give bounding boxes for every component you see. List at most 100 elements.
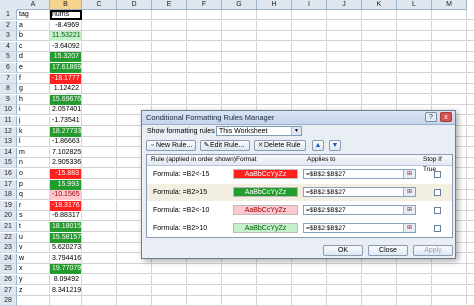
column-header-m[interactable]: M <box>432 0 467 10</box>
cell-tag[interactable]: tag <box>17 10 50 20</box>
cell-empty[interactable] <box>432 285 467 296</box>
cell-empty[interactable] <box>187 84 222 95</box>
cell-nums[interactable]: -1.73541 <box>50 116 82 126</box>
cell-nums[interactable]: -6.88317 <box>50 211 82 222</box>
cell-empty[interactable] <box>397 31 432 42</box>
cell-empty[interactable] <box>432 94 467 105</box>
cell-tag[interactable]: p <box>17 179 50 190</box>
cell-empty[interactable] <box>397 63 432 73</box>
cell-empty[interactable] <box>222 63 257 73</box>
cell-empty[interactable] <box>397 73 432 84</box>
cell-nums[interactable]: -1.86663 <box>50 137 82 148</box>
cell-empty[interactable] <box>187 73 222 84</box>
move-up-button[interactable]: ▲ <box>312 140 324 151</box>
cell-empty[interactable] <box>292 94 327 105</box>
rule-row[interactable]: Formula: =B2<-10 AaBbCcYyZz =$B$2:$B$27 ⊞ <box>147 202 452 219</box>
cell-empty[interactable] <box>257 31 292 42</box>
cell-tag[interactable]: h <box>17 94 50 105</box>
cell-nums[interactable]: 8.09492 <box>50 275 82 285</box>
cell-empty[interactable] <box>292 285 327 296</box>
edit-rule-button[interactable]: ✎Edit Rule... <box>200 140 250 151</box>
cell-empty[interactable] <box>222 264 257 275</box>
cell-empty[interactable] <box>432 84 467 95</box>
cell-empty[interactable] <box>117 84 152 95</box>
row-header[interactable]: 1 <box>0 10 17 20</box>
row-header[interactable]: 26 <box>0 275 17 285</box>
cell-empty[interactable] <box>292 264 327 275</box>
cell-empty[interactable] <box>327 84 362 95</box>
row-header[interactable]: 25 <box>0 264 17 275</box>
cell-empty[interactable] <box>257 84 292 95</box>
column-header-f[interactable]: F <box>187 0 222 10</box>
cell-nums[interactable]: -8.4969 <box>50 20 82 31</box>
cell-empty[interactable] <box>397 94 432 105</box>
cell-empty[interactable] <box>82 31 117 42</box>
cell-tag[interactable]: f <box>17 73 50 84</box>
stop-if-true-checkbox[interactable] <box>434 225 441 232</box>
cell-empty[interactable] <box>117 73 152 84</box>
cell-empty[interactable] <box>362 41 397 52</box>
cell-nums[interactable]: 8.341219 <box>50 285 82 296</box>
cell-empty[interactable] <box>82 264 117 275</box>
row-header[interactable]: 6 <box>0 63 17 73</box>
row-header[interactable]: 17 <box>0 179 17 190</box>
cell-tag[interactable]: z <box>17 285 50 296</box>
cell-empty[interactable] <box>82 253 117 264</box>
applies-to-field[interactable]: =$B$2:$B$27 ⊞ <box>303 187 416 197</box>
cell-empty[interactable] <box>292 63 327 73</box>
row-header[interactable]: 27 <box>0 285 17 296</box>
column-header-g[interactable]: G <box>222 0 257 10</box>
cell-tag[interactable]: c <box>17 41 50 52</box>
applies-to-field[interactable]: =$B$2:$B$27 ⊞ <box>303 223 416 233</box>
cell-tag[interactable]: x <box>17 264 50 275</box>
cell-nums[interactable]: 3.794416 <box>50 253 82 264</box>
cell-empty[interactable] <box>362 264 397 275</box>
cell-tag[interactable]: k <box>17 126 50 137</box>
cell-empty[interactable] <box>82 73 117 84</box>
cell-tag[interactable]: t <box>17 222 50 232</box>
cell-empty[interactable] <box>362 285 397 296</box>
cell-empty[interactable] <box>82 105 117 116</box>
cell-empty[interactable] <box>397 10 432 20</box>
cell-empty[interactable] <box>152 73 187 84</box>
cell-empty[interactable] <box>152 275 187 285</box>
cell-empty[interactable] <box>82 190 117 201</box>
cell-empty[interactable] <box>222 275 257 285</box>
cell-empty[interactable] <box>222 10 257 20</box>
cell-empty[interactable] <box>327 10 362 20</box>
delete-rule-button[interactable]: ✕Delete Rule <box>254 140 306 151</box>
row-header[interactable]: 13 <box>0 137 17 148</box>
row-header[interactable]: 9 <box>0 94 17 105</box>
cell-tag[interactable]: b <box>17 31 50 42</box>
applies-to-field[interactable]: =$B$2:$B$27 ⊞ <box>303 205 416 215</box>
stop-if-true-checkbox[interactable] <box>434 171 441 178</box>
cell-tag[interactable]: v <box>17 243 50 254</box>
cell-empty[interactable] <box>257 275 292 285</box>
cell-empty[interactable] <box>152 10 187 20</box>
cell-empty[interactable] <box>82 84 117 95</box>
cell-empty[interactable] <box>432 10 467 20</box>
cell-empty[interactable] <box>292 20 327 31</box>
cell-empty[interactable] <box>82 52 117 63</box>
cell-nums[interactable]: 1.12422 <box>50 84 82 95</box>
row-header[interactable]: 18 <box>0 190 17 201</box>
row-header[interactable]: 2 <box>0 20 17 31</box>
ok-button[interactable]: OK <box>323 245 363 256</box>
cell-empty[interactable] <box>187 31 222 42</box>
row-header[interactable]: 16 <box>0 169 17 179</box>
cell-empty[interactable] <box>327 52 362 63</box>
cell-tag[interactable]: e <box>17 63 50 73</box>
cell-empty[interactable] <box>187 285 222 296</box>
column-header-i[interactable]: I <box>292 0 327 10</box>
cell-empty[interactable] <box>362 73 397 84</box>
row-header[interactable]: 3 <box>0 31 17 42</box>
help-button[interactable]: ? <box>425 112 437 122</box>
cell-tag[interactable]: d <box>17 52 50 63</box>
row-header[interactable]: 11 <box>0 116 17 126</box>
cell-empty[interactable] <box>257 73 292 84</box>
cell-nums[interactable]: 15.58157 <box>50 232 82 243</box>
row-header[interactable]: 8 <box>0 84 17 95</box>
cell-empty[interactable] <box>362 10 397 20</box>
cell-empty[interactable] <box>152 264 187 275</box>
cell-nums[interactable]: 18.27733 <box>50 126 82 137</box>
